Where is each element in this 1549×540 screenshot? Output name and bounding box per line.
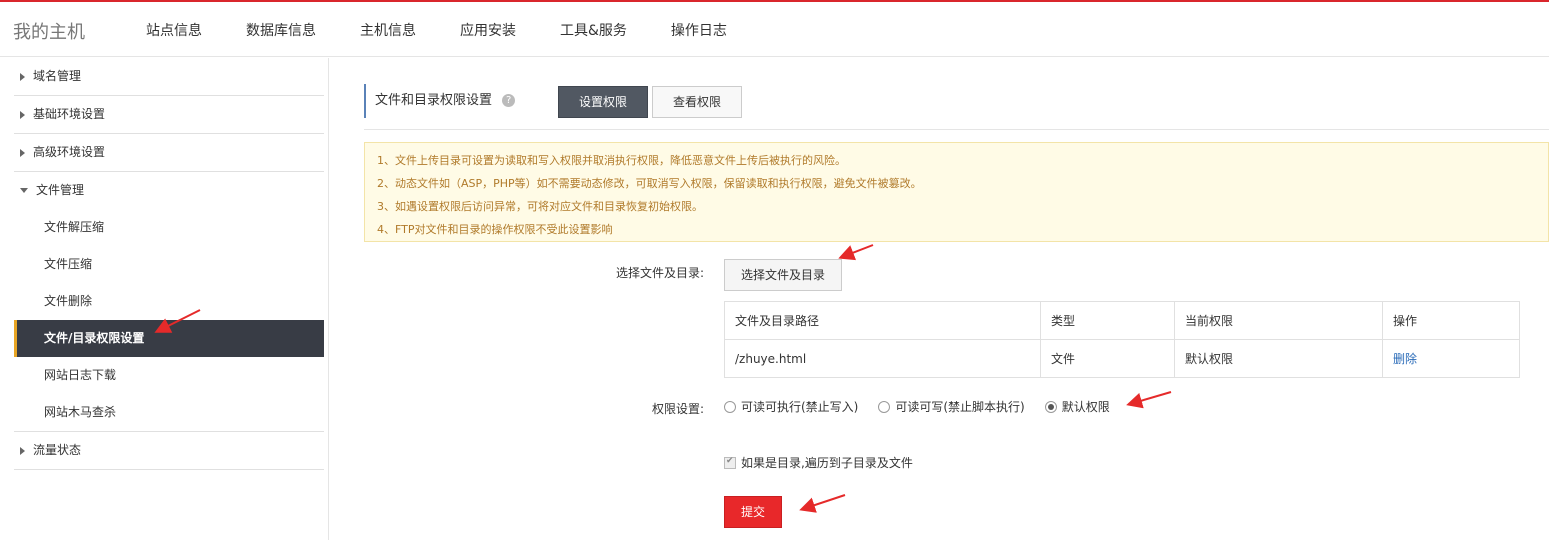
delete-link[interactable]: 删除 [1393,352,1417,366]
col-path: 文件及目录路径 [724,301,1041,340]
sidebar-item-label: 流量状态 [33,443,82,457]
submit-button[interactable]: 提交 [724,496,782,528]
sidebar-subitem-trojan-scan[interactable]: 网站木马查杀 [14,394,324,431]
notice-box: 1、文件上传目录可设置为读取和写入权限并取消执行权限，降低恶意文件上传后被执行的… [364,142,1549,242]
notice-line: 2、动态文件如（ASP，PHP等）如不需要动态修改，可取消写入权限，保留读取和执… [377,177,922,190]
nav-database-info[interactable]: 数据库信息 [246,20,316,40]
select-files-button[interactable]: 选择文件及目录 [724,259,842,291]
permission-radio-group: 可读可执行(禁止写入) 可读可写(禁止脚本执行) 默认权限 [724,398,1130,415]
sidebar-subitem-log-download[interactable]: 网站日志下载 [14,357,324,394]
sidebar-item-label: 域名管理 [33,69,82,83]
caret-down-icon [20,188,28,193]
arrow-icon [838,244,874,261]
table-header-row: 文件及目录路径 类型 当前权限 操作 [724,301,1520,340]
sidebar-subitem-delete[interactable]: 文件删除 [14,283,324,320]
divider [364,129,1549,130]
radio-icon [724,400,736,413]
arrow-icon [799,494,846,513]
sidebar-item-label: 文件管理 [36,183,85,197]
sidebar-group-advanced-env: 高级环境设置 [14,134,324,172]
sidebar-subitem-permissions[interactable]: 文件/目录权限设置 [14,320,324,357]
header: 我的主机 站点信息 数据库信息 主机信息 应用安装 工具&服务 操作日志 [0,2,1549,57]
question-icon[interactable]: ? [502,94,516,107]
arrow-icon [1126,391,1172,409]
cell-path: /zhuye.html [724,339,1041,378]
recursive-label: 如果是目录,遍历到子目录及文件 [741,456,913,470]
checkbox-checked-icon[interactable] [724,456,736,469]
brand-title: 我的主机 [13,22,85,43]
radio-read-exec[interactable]: 可读可执行(禁止写入) [724,398,858,415]
sidebar-group-file-management: 文件管理 文件解压缩 文件压缩 文件删除 文件/目录权限设置 网站日志下载 网站… [14,172,324,432]
sidebar: 域名管理 基础环境设置 高级环境设置 文件管理 文件解压缩 文件压缩 文件删除 … [0,58,329,540]
col-type: 类型 [1040,301,1175,340]
caret-right-icon [20,110,25,119]
sidebar-subitem-compress[interactable]: 文件压缩 [14,246,324,283]
sidebar-item-label: 基础环境设置 [33,107,106,121]
nav-host-info[interactable]: 主机信息 [360,20,416,40]
col-current-perm: 当前权限 [1174,301,1383,340]
top-nav: 站点信息 数据库信息 主机信息 应用安装 工具&服务 操作日志 [146,20,771,40]
sidebar-group-traffic: 流量状态 [14,432,324,470]
permission-label: 权限设置: [651,402,704,416]
cell-type: 文件 [1040,339,1175,378]
files-table: 文件及目录路径 类型 当前权限 操作 /zhuye.html 文件 默认权限 删… [724,301,1520,378]
sidebar-item-file-management[interactable]: 文件管理 [14,172,324,209]
set-permission-tab[interactable]: 设置权限 [558,86,648,118]
nav-tools-services[interactable]: 工具&服务 [560,20,627,40]
sidebar-item-basic-env[interactable]: 基础环境设置 [14,96,324,133]
table-row: /zhuye.html 文件 默认权限 删除 [724,339,1520,378]
cell-perm: 默认权限 [1174,339,1383,378]
radio-read-write[interactable]: 可读可写(禁止脚本执行) [878,398,1025,415]
sidebar-item-advanced-env[interactable]: 高级环境设置 [14,134,324,171]
radio-label: 可读可执行(禁止写入) [741,400,859,414]
notice-line: 4、FTP对文件和目录的操作权限不受此设置影响 [377,223,613,236]
caret-right-icon [20,446,25,455]
sidebar-item-traffic[interactable]: 流量状态 [14,432,324,469]
radio-selected-icon [1044,400,1057,413]
sidebar-item-domain[interactable]: 域名管理 [14,58,324,95]
radio-icon [878,400,891,413]
col-action: 操作 [1382,301,1520,340]
section-title: 文件和目录权限设置 ? [364,84,516,118]
radio-default[interactable]: 默认权限 [1044,398,1110,415]
view-permission-tab[interactable]: 查看权限 [652,86,742,118]
radio-label: 默认权限 [1061,400,1110,414]
nav-site-info[interactable]: 站点信息 [146,20,202,40]
sidebar-group-domain: 域名管理 [14,58,324,96]
cell-action: 删除 [1382,339,1520,378]
notice-line: 1、文件上传目录可设置为读取和写入权限并取消执行权限，降低恶意文件上传后被执行的… [377,154,846,167]
notice-line: 3、如遇设置权限后访问异常，可将对应文件和目录恢复初始权限。 [377,200,703,213]
select-files-label: 选择文件及目录: [615,266,704,280]
recursive-checkbox-row[interactable]: 如果是目录,遍历到子目录及文件 [724,454,913,471]
sidebar-group-basic-env: 基础环境设置 [14,96,324,134]
radio-label: 可读可写(禁止脚本执行) [895,400,1025,414]
caret-right-icon [20,148,25,157]
sidebar-subitem-decompress[interactable]: 文件解压缩 [14,209,324,246]
sidebar-item-label: 高级环境设置 [33,145,106,159]
section-title-text: 文件和目录权限设置 [375,93,493,108]
nav-operation-log[interactable]: 操作日志 [671,20,727,40]
caret-right-icon [20,72,25,81]
nav-app-install[interactable]: 应用安装 [460,20,516,40]
